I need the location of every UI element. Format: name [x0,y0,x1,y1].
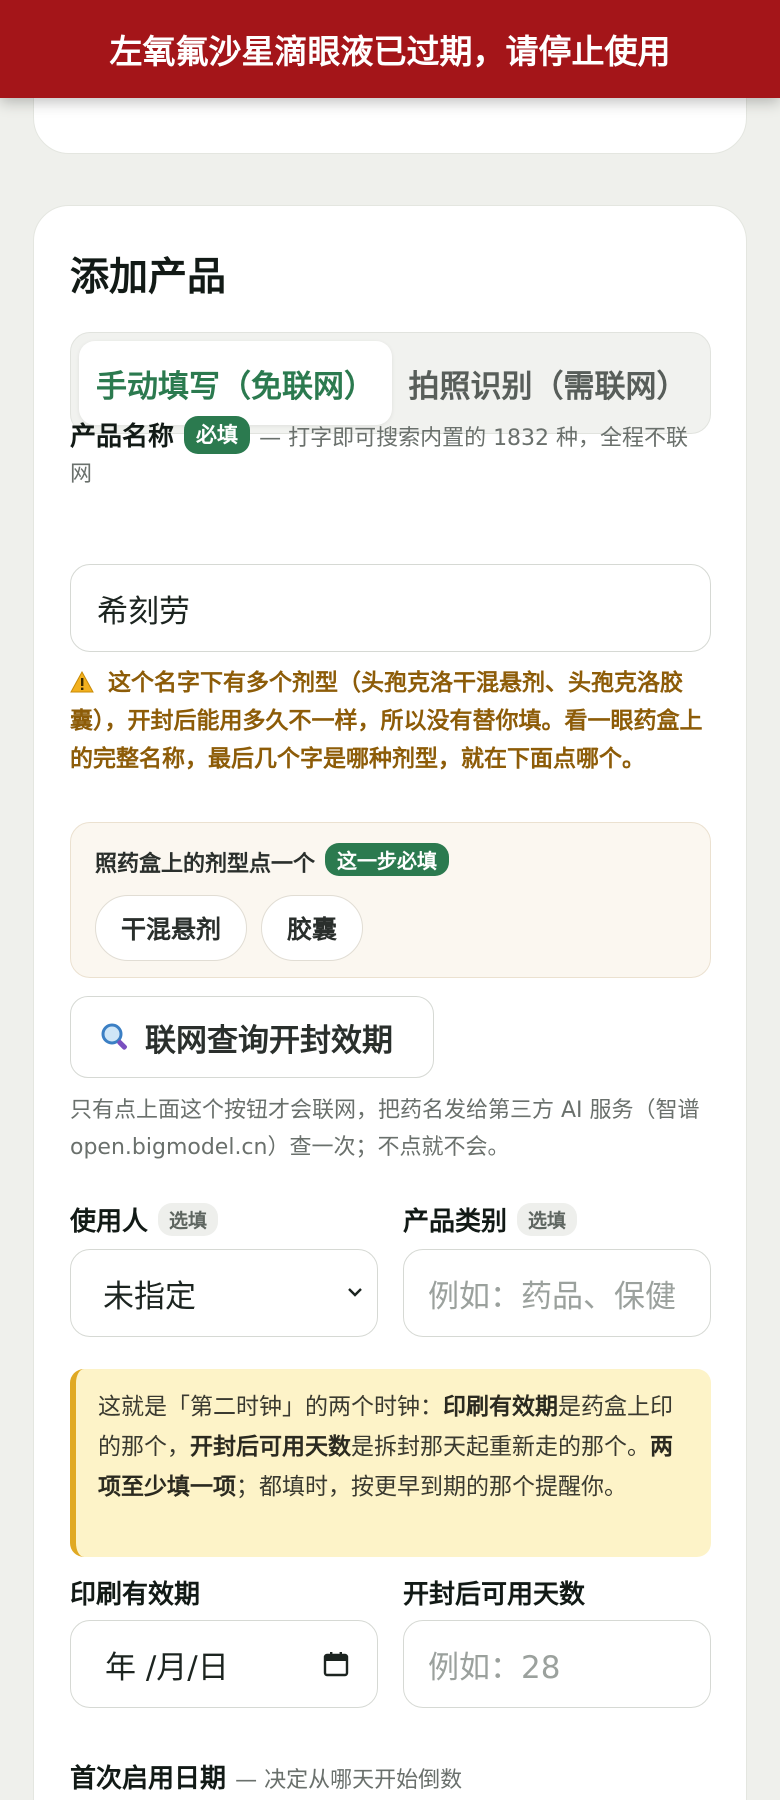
days-after-open-placeholder: 例如：28 [428,1649,561,1686]
category-label: 产品类别 [403,1207,508,1237]
optional-badge: 选填 [517,1203,578,1236]
user-label: 使用人 [70,1207,149,1237]
dosage-picker: 照药盒上的剂型点一个 这一步必填 干混悬剂 胶囊 [70,822,711,978]
card-title: 添加产品 [70,255,227,300]
required-badge: 必填 [184,416,251,454]
alert-text: 左氧氟沙星滴眼液已过期，请停止使用 [109,32,671,71]
privacy-note: 只有点上面这个按钮才会联网，把药名发给第三方 AI 服务（智谱 open.big… [70,1098,700,1160]
product-name-value: 希刻劳 [97,593,190,630]
expired-alert-banner: 左氧氟沙星滴眼液已过期，请停止使用 [0,0,780,98]
dosage-picker-title: 照药盒上的剂型点一个 [95,852,316,877]
warning-triangle-icon [70,670,108,696]
two-clocks-info: 这就是「第二时钟」的两个时钟：印刷有效期是药盒上印的那个，开封后可用天数是拆封那… [70,1369,711,1557]
magnifier-icon [99,1021,131,1053]
user-selected-value: 未指定 [103,1278,196,1315]
user-label-row: 使用人 选填 [70,1201,219,1238]
dosage-option-suspension[interactable]: 干混悬剂 [95,895,247,961]
tab-manual[interactable]: 手动填写（免联网） [79,341,392,425]
expiry-label: 印刷有效期 [70,1580,201,1610]
add-product-card: 添加产品 手动填写（免联网） 拍照识别（需联网） 产品名称 必填 — 打字即可搜索… [33,205,747,1800]
category-input[interactable]: 例如：药品、保健 [403,1249,711,1337]
product-name-label: 产品名称 [70,422,175,452]
step-required-badge: 这一步必填 [325,843,450,876]
tab-photo[interactable]: 拍照识别（需联网） [392,341,704,425]
days-after-open-label: 开封后可用天数 [403,1580,586,1610]
warning-text: 这个名字下有多个剂型（头孢克洛干混悬剂、头孢克洛胶囊），开封后能用多久不一样，所… [70,670,703,772]
category-placeholder: 例如：药品、保健 [428,1278,676,1315]
dosage-option-capsule[interactable]: 胶囊 [261,895,363,961]
dosage-warning: 这个名字下有多个剂型（头孢克洛干混悬剂、头孢克洛胶囊），开封后能用多久不一样，所… [70,664,710,778]
info-text-3: 是拆封那天起重新走的那个。 [351,1434,650,1460]
product-name-input[interactable]: 希刻劳 [70,564,711,652]
info-bold-days: 开封后可用天数 [190,1434,351,1460]
category-label-row: 产品类别 选填 [403,1201,578,1238]
product-name-label-row: 产品名称 必填 — 打字即可搜索内置的 1832 种，全程不联网 [70,416,710,492]
expiry-date-placeholder: 年 /月/日 [105,1649,229,1686]
info-text-4: ；都填时，按更早到期的那个提醒你。 [236,1474,627,1500]
first-use-hint: — 决定从哪天开始倒数 [235,1768,463,1793]
chevron-down-icon [343,1276,367,1300]
expiry-date-input[interactable]: 年 /月/日 [70,1620,378,1708]
first-use-label-row: 首次启用日期 — 决定从哪天开始倒数 [70,1758,462,1795]
info-bold-expiry: 印刷有效期 [443,1394,558,1420]
info-text-1: 这就是「第二时钟」的两个时钟： [98,1394,443,1420]
calendar-icon[interactable] [323,1649,349,1677]
first-use-label: 首次启用日期 [70,1764,227,1794]
online-lookup-label: 联网查询开封效期 [145,1022,393,1059]
online-lookup-button[interactable]: 联网查询开封效期 [70,996,434,1078]
dosage-picker-title-row: 照药盒上的剂型点一个 这一步必填 [95,843,450,878]
days-after-open-input[interactable]: 例如：28 [403,1620,711,1708]
optional-badge: 选填 [158,1203,219,1236]
user-select[interactable]: 未指定 [70,1249,378,1337]
